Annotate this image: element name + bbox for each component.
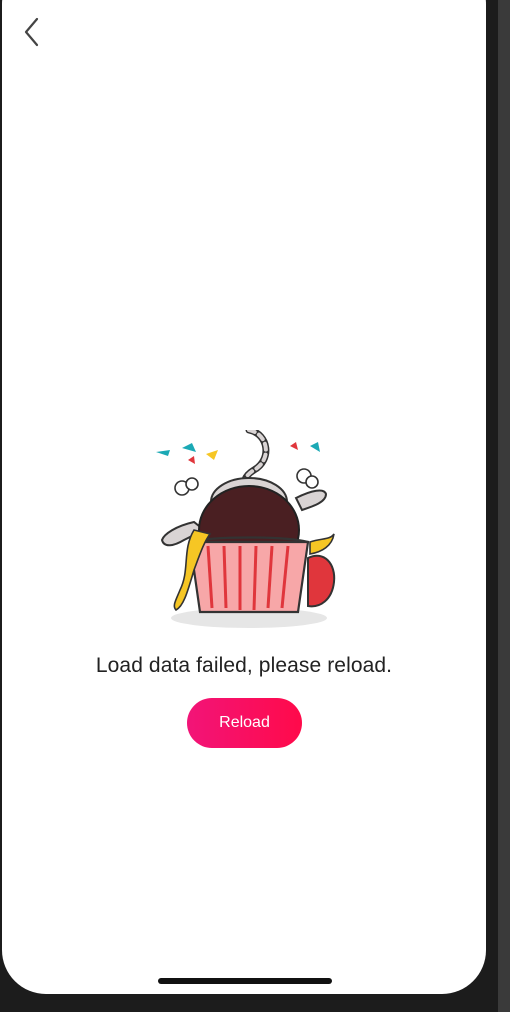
home-indicator: [158, 978, 332, 984]
chevron-left-icon: [24, 17, 39, 47]
reload-button[interactable]: Reload: [187, 698, 302, 748]
app-screen: Load data failed, please reload. Reload: [2, 0, 486, 994]
back-button[interactable]: [18, 12, 46, 52]
cat-in-cupcake-gift-box-illustration: [156, 430, 336, 628]
error-message: Load data failed, please reload.: [95, 654, 393, 677]
device-frame-edge: [498, 0, 510, 1012]
